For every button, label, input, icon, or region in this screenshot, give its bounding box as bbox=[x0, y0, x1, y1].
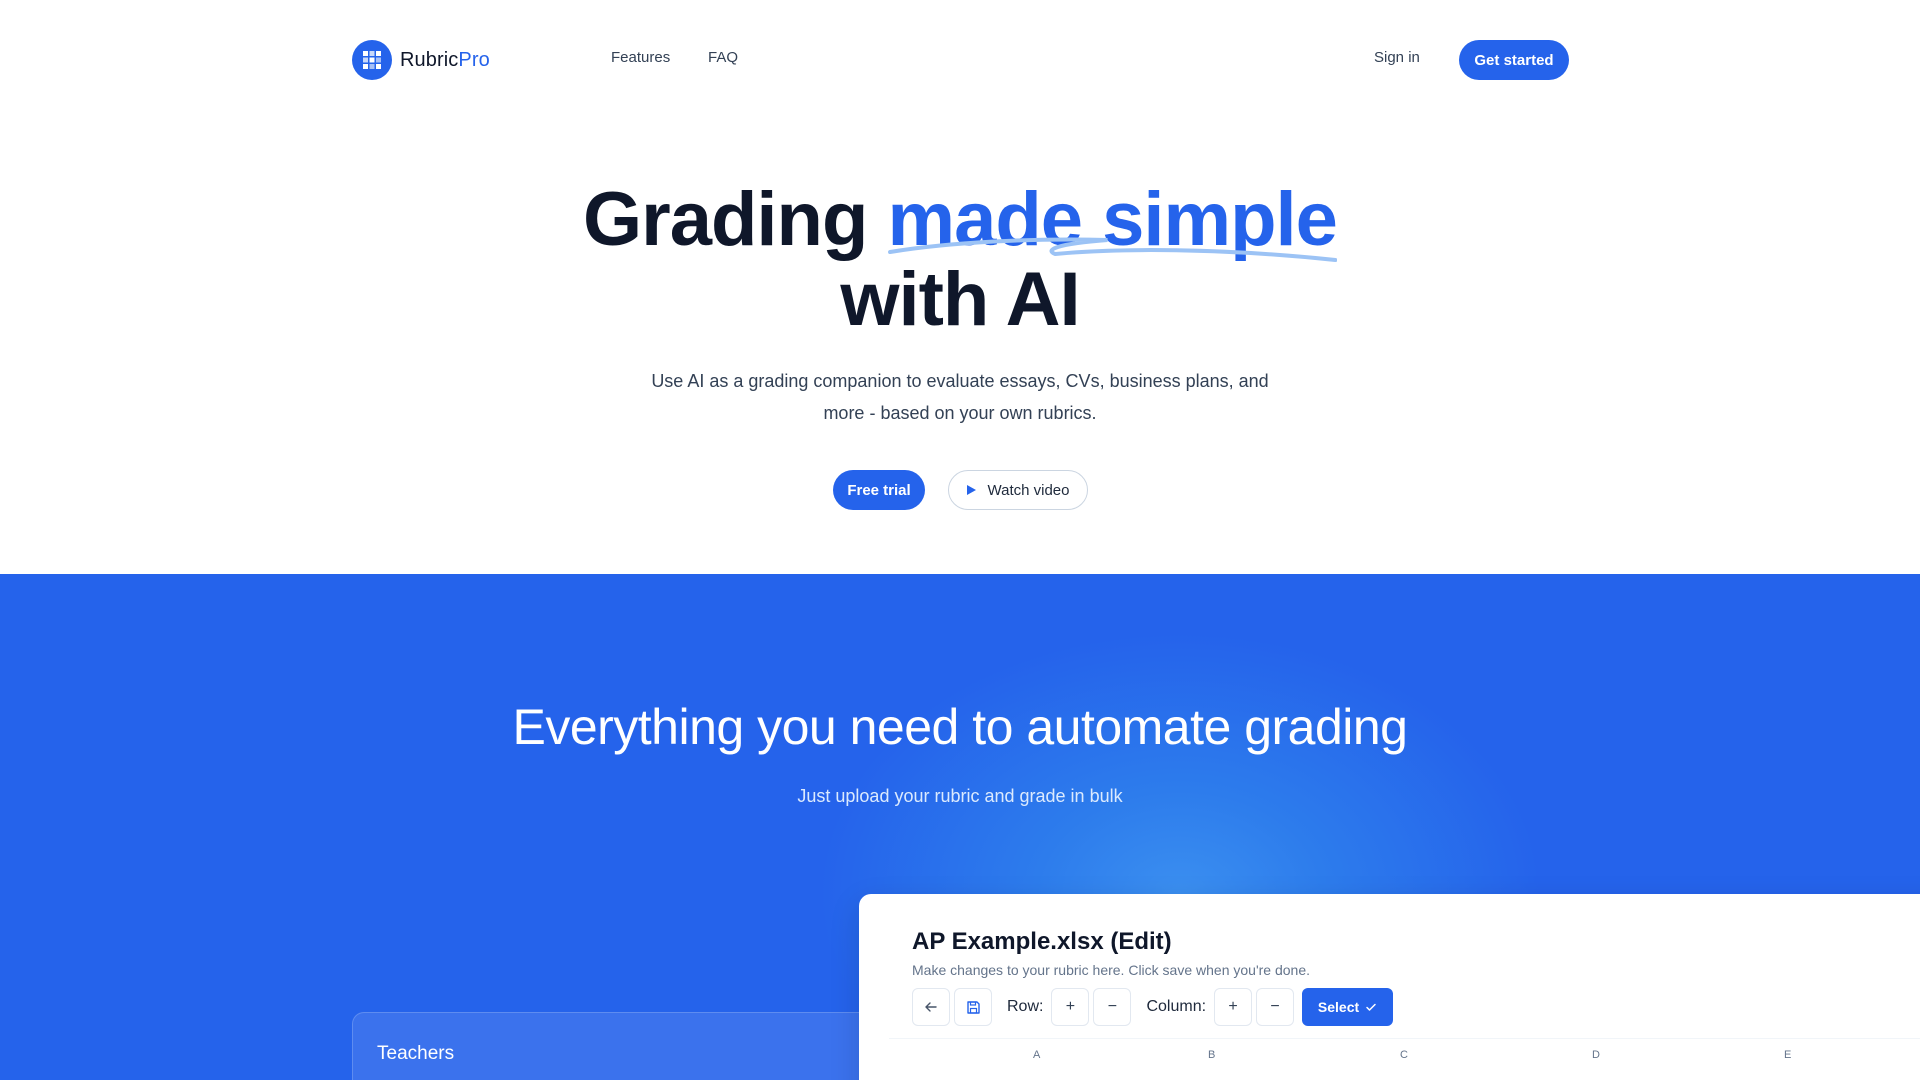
plus-icon: + bbox=[1065, 998, 1076, 1015]
column-header[interactable]: E bbox=[1784, 1049, 1791, 1061]
save-icon bbox=[966, 1000, 980, 1014]
editor-title: AP Example.xlsx (Edit) bbox=[912, 928, 1172, 955]
remove-column-button[interactable]: − bbox=[1256, 988, 1295, 1026]
plus-icon: + bbox=[1228, 998, 1238, 1015]
minus-icon: − bbox=[1270, 998, 1280, 1015]
site-header: RubricPro Features FAQ Sign in Get start… bbox=[0, 0, 1920, 120]
add-column-button[interactable]: + bbox=[1214, 988, 1253, 1026]
select-button[interactable]: Select bbox=[1302, 988, 1394, 1026]
hero-title: Grading made simple with AI bbox=[0, 180, 1920, 340]
watch-video-button[interactable]: Watch video bbox=[948, 470, 1088, 510]
select-label: Select bbox=[1317, 999, 1360, 1015]
brand-logo[interactable]: RubricPro bbox=[352, 39, 490, 81]
features-subtitle: Just upload your rubric and grade in bul… bbox=[797, 786, 1123, 806]
sign-in-link[interactable]: Sign in bbox=[1374, 49, 1420, 66]
free-trial-button[interactable]: Free trial bbox=[833, 470, 925, 510]
column-label: Column: bbox=[1146, 998, 1207, 1015]
editor-description: Make changes to your rubric here. Click … bbox=[912, 962, 1310, 978]
hero-title-line2: with AI bbox=[840, 257, 1080, 342]
arrow-left-icon bbox=[925, 1002, 937, 1012]
nav-features-link[interactable]: Features bbox=[611, 49, 670, 66]
grid-logo-icon bbox=[352, 40, 392, 80]
minus-icon: − bbox=[1107, 998, 1118, 1015]
spreadsheet-column-headers: A B C D E bbox=[889, 1038, 1920, 1078]
editor-toolbar: Row: + − Column: + − Select bbox=[912, 987, 1394, 1027]
hero-subtitle: Use AI as a grading companion to evaluat… bbox=[651, 371, 1269, 423]
watch-video-label: Watch video bbox=[987, 481, 1070, 499]
save-button[interactable] bbox=[954, 988, 992, 1026]
back-button[interactable] bbox=[912, 988, 950, 1026]
hero-title-highlight: made simple bbox=[887, 180, 1338, 262]
remove-row-button[interactable]: − bbox=[1093, 988, 1132, 1026]
add-row-button[interactable]: + bbox=[1051, 988, 1090, 1026]
features-section: Everything you need to automate grading … bbox=[0, 574, 1920, 1080]
rubric-editor-panel: AP Example.xlsx (Edit) Make changes to y… bbox=[859, 894, 1920, 1080]
column-header[interactable]: D bbox=[1592, 1049, 1600, 1061]
check-icon bbox=[1366, 1003, 1376, 1011]
brand-name: RubricPro bbox=[400, 48, 490, 71]
nav-faq-link[interactable]: FAQ bbox=[708, 49, 738, 66]
column-header[interactable]: B bbox=[1208, 1049, 1215, 1061]
audience-card-label: Teachers bbox=[377, 1043, 455, 1064]
column-header[interactable]: C bbox=[1400, 1049, 1408, 1061]
row-label: Row: bbox=[1007, 998, 1044, 1015]
get-started-button[interactable]: Get started bbox=[1459, 40, 1569, 80]
features-title: Everything you need to automate grading bbox=[512, 699, 1408, 755]
column-header[interactable]: A bbox=[1033, 1049, 1040, 1061]
audience-card-teachers[interactable]: Teachers bbox=[352, 1012, 872, 1080]
play-icon bbox=[966, 485, 976, 495]
hero-title-part1: Grading bbox=[583, 177, 888, 262]
